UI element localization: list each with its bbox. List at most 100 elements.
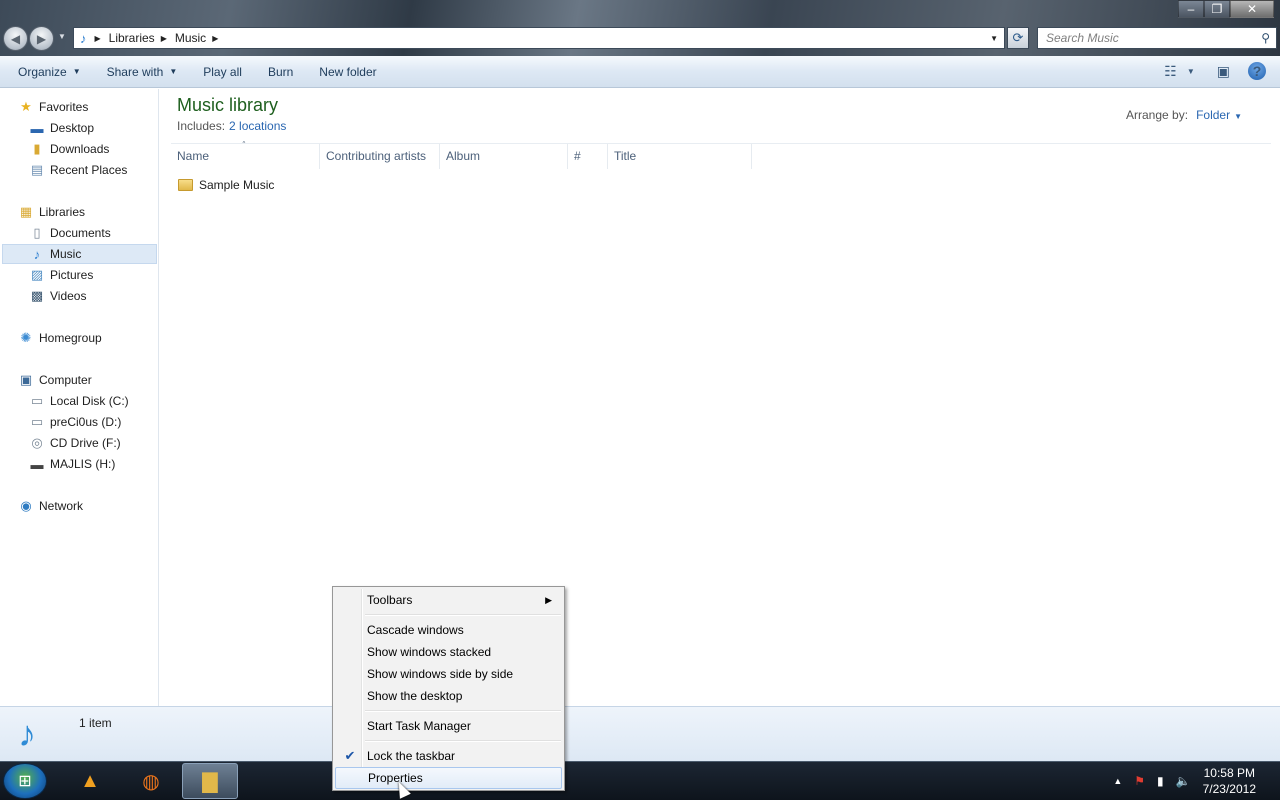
nav-label: MAJLIS (H:) [50,457,116,471]
forward-button[interactable]: ▶ [29,26,54,51]
column-album[interactable]: Album [440,143,568,169]
column-contributing-artists[interactable]: Contributing artists [320,143,440,169]
column-title[interactable]: Title [608,143,752,169]
breadcrumb-music[interactable]: Music [175,31,206,45]
clock[interactable]: 10:58 PM 7/23/2012 [1203,765,1256,797]
menu-item-lock-taskbar[interactable]: ✔ Lock the taskbar [335,745,562,767]
menu-item-cascade-windows[interactable]: Cascade windows [335,619,562,641]
breadcrumb-chevron-icon[interactable]: ▶ [212,34,218,43]
help-icon[interactable]: ? [1248,62,1266,80]
search-input[interactable]: Search Music ⚲ [1037,27,1277,49]
breadcrumb-libraries[interactable]: Libraries [109,31,155,45]
burn-button[interactable]: Burn [268,65,293,79]
share-with-button[interactable]: Share with ▼ [107,65,178,79]
menu-separator [365,710,561,712]
computer-icon: ▣ [19,372,33,387]
show-hidden-icons-icon[interactable]: ▲ [1113,776,1122,786]
nav-label: Network [39,499,84,513]
nav-label: Music [50,247,82,261]
minimize-button[interactable]: – [1178,0,1204,18]
firefox-icon[interactable]: ◍ [123,763,179,799]
locations-link[interactable]: 2 locations [229,119,286,133]
nav-videos[interactable]: ▩ Videos [29,286,87,306]
windows-start-icon[interactable]: ⊞ [3,763,47,799]
nav-network[interactable]: ◉ Network [18,496,83,516]
organize-label: Organize [18,64,67,79]
window-title-bar: – ❐ ✕ ◀ ▶ ▼ ♪ ▶ Libraries ▶ Music ▶ ▼ ⟳ … [0,0,1280,56]
organize-button[interactable]: Organize ▼ [18,65,81,79]
address-dropdown-icon[interactable]: ▼ [990,34,998,43]
content-pane: Music library Includes: 2 locations Arran… [160,89,1280,706]
close-button[interactable]: ✕ [1230,0,1274,18]
breadcrumb-chevron-icon[interactable]: ▶ [95,34,101,43]
downloads-folder-icon: ▮ [33,141,41,156]
nav-label: Downloads [50,142,110,156]
arrange-by-dropdown[interactable]: Folder ▼ [1196,108,1242,122]
breadcrumb-chevron-icon[interactable]: ▶ [161,34,167,43]
nav-homegroup[interactable]: ✺ Homegroup [18,328,102,348]
action-center-icon[interactable]: ⚑ [1134,774,1145,788]
pictures-icon: ▨ [30,267,44,282]
chevron-down-icon[interactable]: ▼ [1187,67,1195,76]
arrange-by: Arrange by: Folder ▼ [1126,108,1242,122]
vlc-icon[interactable]: ▲ [62,763,118,799]
column-name[interactable]: Name [171,143,320,169]
item-name: Sample Music [199,178,275,192]
taskbar[interactable]: ⊞ ▲ ◍ ▇ ▲ ⚑ ▮ 🔈 10:58 PM 7/23/2012 [0,761,1280,800]
nav-downloads[interactable]: ▮ Downloads [29,139,109,159]
nav-label: Desktop [50,121,95,135]
column-header-row: Name Contributing artists Album # Title [171,143,1271,169]
menu-label: Toolbars [367,593,413,607]
navigation-pane: ★ Favorites ▬ Desktop ▮ Downloads ▤ Recent P… [0,89,159,706]
window-controls: – ❐ ✕ [1178,0,1274,18]
arrange-by-value: Folder [1196,108,1231,122]
chevron-down-icon: ▼ [72,67,81,76]
preview-pane-icon[interactable]: ▣ [1217,63,1230,80]
nav-drive-d[interactable]: ▭ preCi0us (D:) [29,412,122,432]
menu-item-toolbars[interactable]: Toolbars ▶ [335,589,562,611]
play-all-button[interactable]: Play all [203,65,242,79]
menu-item-properties[interactable]: Properties [335,767,562,789]
includes-label: Includes: [177,119,226,133]
nav-cd-drive[interactable]: ◎ CD Drive (F:) [29,433,121,453]
menu-separator [365,740,561,742]
nav-local-disk[interactable]: ▭ Local Disk (C:) [29,391,129,411]
taskbar-context-menu: Toolbars ▶ Cascade windows Show windows … [332,586,565,791]
nav-label: CD Drive (F:) [50,436,121,450]
nav-pictures[interactable]: ▨ Pictures [29,265,94,285]
nav-libraries[interactable]: ▦ Libraries [18,202,85,222]
nav-drive-h[interactable]: ▬ MAJLIS (H:) [29,454,116,474]
volume-icon[interactable]: 🔈 [1176,774,1191,788]
list-item[interactable]: Sample Music [178,175,274,195]
network-signal-icon[interactable]: ▮ [1157,774,1164,788]
cd-drive-icon: ◎ [31,435,43,450]
clock-time: 10:58 PM [1203,766,1255,780]
menu-item-show-desktop[interactable]: Show the desktop [335,685,562,707]
homegroup-icon: ✺ [20,330,32,345]
menu-item-show-windows-stacked[interactable]: Show windows stacked [335,641,562,663]
network-icon: ◉ [20,498,32,513]
address-bar[interactable]: ♪ ▶ Libraries ▶ Music ▶ ▼ [73,27,1005,49]
new-folder-button[interactable]: New folder [319,65,376,79]
maximize-button[interactable]: ❐ [1204,0,1230,18]
column-number[interactable]: # [568,143,608,169]
menu-item-start-task-manager[interactable]: Start Task Manager [335,715,562,737]
refresh-button[interactable]: ⟳ [1007,27,1029,49]
nav-label: Homegroup [39,331,102,345]
menu-item-show-windows-side-by-side[interactable]: Show windows side by side [335,663,562,685]
back-button[interactable]: ◀ [3,26,28,51]
nav-label: Pictures [50,268,94,282]
nav-recent-places[interactable]: ▤ Recent Places [29,160,128,180]
recent-pages-dropdown[interactable]: ▼ [58,32,66,41]
explorer-icon[interactable]: ▇ [182,763,238,799]
music-library-icon: ♪ [80,30,87,46]
search-icon[interactable]: ⚲ [1261,31,1270,45]
nav-music[interactable]: ♪ Music [2,244,157,264]
nav-desktop[interactable]: ▬ Desktop [29,118,95,138]
nav-documents[interactable]: ▯ Documents [29,223,110,243]
nav-favorites[interactable]: ★ Favorites [18,97,88,117]
view-options-icon[interactable]: ☷ [1164,63,1177,80]
nav-computer[interactable]: ▣ Computer [18,370,92,390]
details-pane: ♪ 1 item [0,706,1280,761]
folder-icon [178,179,193,191]
